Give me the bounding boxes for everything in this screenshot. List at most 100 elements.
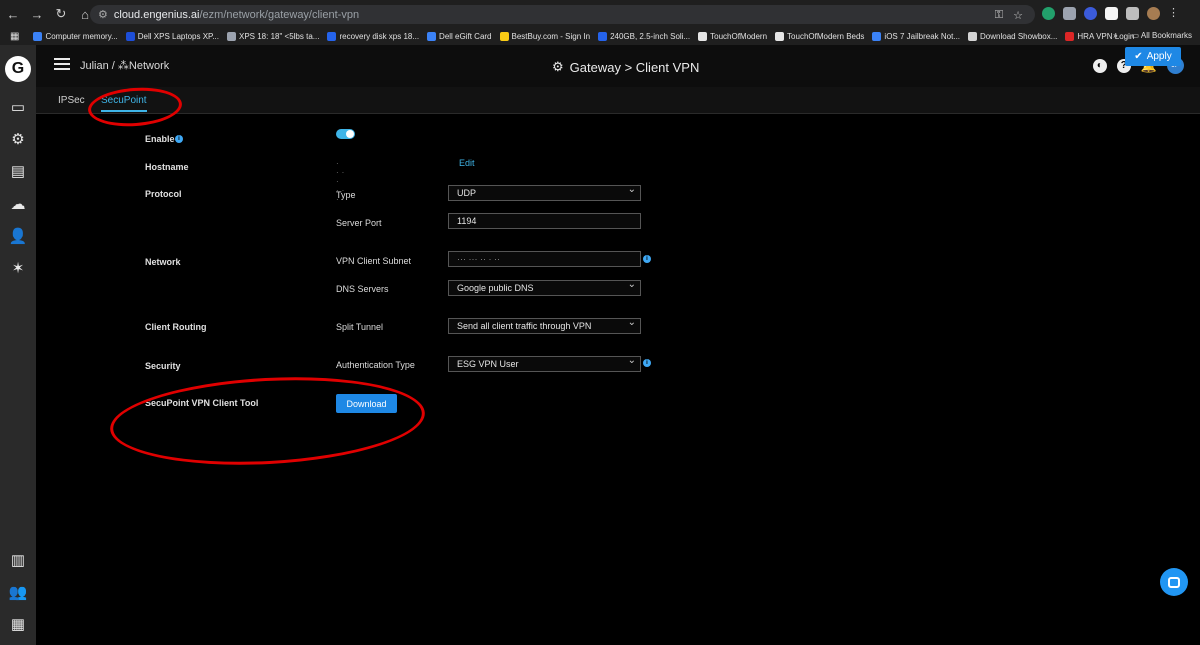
theme-contrast-icon[interactable]: ◐	[1092, 58, 1107, 73]
report-chart-icon[interactable]: ▥	[8, 551, 28, 569]
bookmarks-overflow[interactable]: »	[1113, 31, 1117, 40]
info-icon[interactable]: i	[643, 359, 651, 367]
back-icon[interactable]: ←	[2, 3, 24, 25]
extension-icon[interactable]	[1063, 7, 1076, 20]
extension-icon[interactable]	[1042, 7, 1055, 20]
bookmark-item[interactable]: recovery disk xps 18...	[327, 32, 419, 41]
protocol-type-select[interactable]: UDP	[448, 184, 641, 201]
engenius-logo-icon[interactable]: G	[5, 56, 31, 82]
apps-grid-icon[interactable]: ▦	[10, 31, 19, 42]
magic-wand-icon[interactable]: ✶	[8, 259, 28, 277]
split-tunnel-label: Split Tunnel	[336, 322, 384, 332]
profile-avatar-icon[interactable]	[1147, 7, 1160, 20]
protocol-label: Protocol	[145, 189, 182, 199]
info-icon[interactable]: i	[175, 135, 183, 143]
protocol-type-value: UDP	[457, 188, 477, 198]
bookmark-favicon-icon	[427, 32, 437, 41]
breadcrumb-user[interactable]: Julian	[80, 60, 109, 72]
forward-icon[interactable]: →	[26, 3, 48, 25]
bookmarks-bar: ▦ Computer memory... Dell XPS Laptops XP.…	[0, 28, 1200, 45]
extension-icon[interactable]	[1084, 7, 1097, 20]
vpn-client-subnet-value: ··· ··· ·· · ··	[457, 254, 500, 264]
bookmark-favicon-icon	[598, 32, 608, 41]
server-port-input[interactable]: 1194	[448, 213, 641, 229]
bookmark-item[interactable]: TouchOfModern	[698, 32, 767, 41]
security-label: Security	[145, 361, 181, 371]
info-icon[interactable]: i	[643, 255, 651, 263]
bookmark-label: XPS 18: 18" <5lbs ta...	[239, 32, 320, 41]
url-path: /ezm/network/gateway/client-vpn	[199, 8, 360, 21]
bookmark-item[interactable]: BestBuy.com - Sign In	[499, 32, 591, 41]
authentication-type-value: ESG VPN User	[457, 359, 519, 369]
vpn-client-subnet-label: VPN Client Subnet	[336, 256, 412, 266]
bookmark-favicon-icon	[33, 32, 43, 41]
gear-icon[interactable]: ⚙	[8, 130, 28, 148]
apply-button[interactable]: ✔ Apply	[1125, 47, 1181, 66]
breadcrumb: Julian / ⁂Network	[80, 59, 169, 72]
page-title-text: Gateway > Client VPN	[569, 59, 700, 75]
bookmark-item[interactable]: 240GB, 2.5-inch Soli...	[598, 32, 690, 41]
hostname-label: Hostname	[145, 162, 189, 172]
breadcrumb-separator: /	[108, 60, 118, 72]
bookmark-star-icon[interactable]: ☆	[1013, 9, 1023, 22]
tab-bar: IPSec SecuPoint	[36, 87, 1200, 114]
all-bookmarks-folder[interactable]: ▭ All Bookmarks	[1132, 31, 1192, 40]
bookmark-favicon-icon	[872, 32, 882, 41]
password-key-icon[interactable]: ⚿	[995, 9, 1003, 22]
bookmark-label: Dell XPS Laptops XP...	[137, 32, 219, 41]
bookmark-label: recovery disk xps 18...	[339, 32, 420, 41]
site-info-icon[interactable]: ⚙	[98, 8, 108, 21]
type-label: Type	[336, 190, 356, 200]
bookmark-item[interactable]: iOS 7 Jailbreak Not...	[872, 32, 960, 41]
browser-toolbar: ← → ↻ ⌂ ⚙ cloud.engenius.ai/ezm/network/…	[0, 0, 1200, 28]
user-icon[interactable]: 👤	[8, 227, 28, 245]
server-port-label: Server Port	[336, 218, 382, 228]
chat-support-button[interactable]	[1160, 568, 1188, 596]
bookmark-favicon-icon	[968, 32, 978, 41]
enable-label: Enable	[145, 134, 175, 144]
bookmark-favicon-icon	[698, 32, 708, 41]
bookmark-item[interactable]: Dell XPS Laptops XP...	[125, 32, 219, 41]
hostname-edit-link[interactable]: Edit	[459, 158, 475, 168]
bookmark-item[interactable]: TouchOfModern Beds	[775, 32, 864, 41]
bookmark-label: 240GB, 2.5-inch Soli...	[610, 32, 691, 41]
bookmark-favicon-icon	[125, 32, 135, 41]
address-bar[interactable]: ⚙ cloud.engenius.ai/ezm/network/gateway/…	[90, 5, 1035, 24]
authentication-type-label: Authentication Type	[336, 360, 415, 370]
report-list-icon[interactable]: ▤	[8, 162, 28, 180]
bookmark-favicon-icon	[1065, 32, 1075, 41]
bookmark-label: iOS 7 Jailbreak Not...	[884, 32, 961, 41]
authentication-type-select[interactable]: ESG VPN User	[448, 355, 641, 372]
vpn-client-subnet-input[interactable]: ··· ··· ·· · ··	[448, 251, 641, 267]
extensions-puzzle-icon[interactable]	[1126, 7, 1139, 20]
bookmarks-right: » ▭ All Bookmarks	[1113, 31, 1192, 40]
chat-icon	[1168, 576, 1180, 588]
bookmark-item[interactable]: XPS 18: 18" <5lbs ta...	[227, 32, 319, 41]
bookmark-item[interactable]: Download Showbox...	[968, 32, 1057, 41]
tab-ipsec[interactable]: IPSec	[58, 95, 85, 106]
bookmark-favicon-icon	[499, 32, 509, 41]
extension-icon[interactable]	[1105, 7, 1118, 20]
bookmark-label: BestBuy.com - Sign In	[511, 32, 591, 41]
menu-kebab-icon[interactable]: ⋮	[1168, 7, 1181, 20]
bookmark-label: Dell eGift Card	[439, 32, 492, 41]
cloud-icon[interactable]: ☁	[8, 195, 28, 213]
reload-icon[interactable]: ↻	[50, 3, 72, 25]
bookmark-favicon-icon	[775, 32, 785, 41]
bookmark-item[interactable]: Dell eGift Card	[427, 32, 492, 41]
dns-servers-select[interactable]: Google public DNS	[448, 279, 641, 296]
monitor-icon[interactable]: ▭	[8, 98, 28, 116]
split-tunnel-select[interactable]: Send all client traffic through VPN	[448, 317, 641, 334]
building-icon[interactable]: ▦	[8, 615, 28, 633]
dns-servers-label: DNS Servers	[336, 284, 389, 294]
bookmark-item[interactable]: Computer memory...	[33, 32, 118, 41]
enable-toggle[interactable]	[336, 129, 355, 139]
breadcrumb-network[interactable]: Network	[129, 60, 169, 72]
bookmark-label: Computer memory...	[45, 32, 118, 41]
users-group-icon[interactable]: 👥	[8, 583, 28, 601]
bookmark-label: TouchOfModern	[710, 32, 768, 41]
dns-servers-value: Google public DNS	[457, 283, 534, 293]
menu-hamburger-icon[interactable]	[54, 58, 70, 70]
bookmark-label: Download Showbox...	[980, 32, 1058, 41]
apply-label: Apply	[1146, 51, 1172, 62]
